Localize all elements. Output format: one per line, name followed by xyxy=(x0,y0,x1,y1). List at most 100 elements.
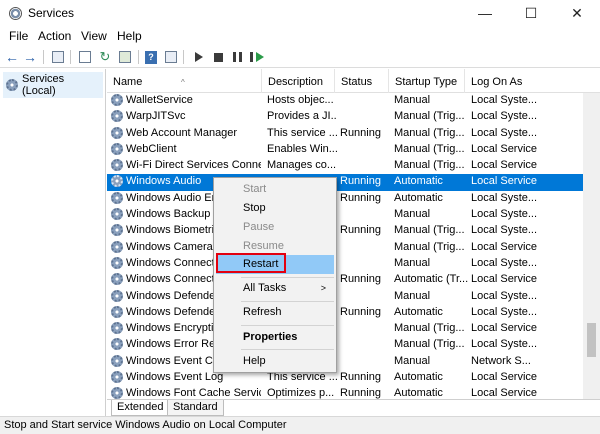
services-table: WalletService Hosts objec... Manual Local S… xyxy=(107,93,583,403)
service-startup-type-cell: Manual (Trig... xyxy=(394,224,465,237)
tab-extended[interactable]: Extended xyxy=(111,400,170,416)
service-status-cell: Running xyxy=(340,387,381,400)
table-row[interactable]: Windows Connect Manual Local Syste... xyxy=(107,256,583,272)
start-service-icon[interactable] xyxy=(191,49,207,65)
scrollbar-thumb[interactable] xyxy=(587,323,596,357)
status-bar: Stop and Start service Windows Audio on … xyxy=(0,416,600,434)
service-gear-icon xyxy=(111,142,123,155)
toolbar-separator xyxy=(70,50,71,64)
service-startup-type-cell: Manual (Trig... xyxy=(394,126,465,139)
service-startup-type-cell: Manual xyxy=(394,354,431,367)
service-gear-icon xyxy=(111,273,123,286)
table-row[interactable]: WalletService Hosts objec... Manual Local S… xyxy=(107,93,583,109)
service-log-on-as-cell: Local Syste... xyxy=(471,289,538,302)
service-gear-icon xyxy=(111,159,123,172)
export-list-icon[interactable] xyxy=(117,49,133,65)
toolbar: ← → ↻ ? xyxy=(0,46,600,68)
tree-item-services-local[interactable]: Services (Local) xyxy=(3,72,103,98)
vertical-scrollbar[interactable] xyxy=(583,93,600,399)
refresh-icon[interactable]: ↻ xyxy=(97,49,113,65)
table-row[interactable]: Windows Audio Running Automatic Local Servi… xyxy=(107,174,583,191)
service-log-on-as-cell: Local Service xyxy=(471,142,538,155)
service-gear-icon xyxy=(111,322,123,335)
table-row[interactable]: Web Account Manager This service ... Runni… xyxy=(107,126,583,142)
back-arrow-icon[interactable]: ← xyxy=(4,49,20,65)
menu-item-all-tasks-label: All Tasks xyxy=(243,282,287,294)
service-name-text: Windows Connect xyxy=(126,256,215,269)
service-name-cell: Windows Font Cache Service xyxy=(111,387,261,400)
maximize-button[interactable]: ☐ xyxy=(508,0,554,26)
services-list-pane: Name ^ Description Status Startup Type L… xyxy=(107,69,600,416)
service-status-cell: Running xyxy=(340,191,381,204)
service-gear-icon xyxy=(111,371,123,384)
service-description-cell: Enables Win... xyxy=(267,142,337,155)
table-row[interactable]: Windows Event Co Manual Network S... xyxy=(107,354,583,370)
menu-item-all-tasks[interactable]: All Tasks > xyxy=(216,279,334,298)
column-header-status[interactable]: Status xyxy=(335,69,389,93)
service-gear-icon xyxy=(111,224,123,237)
service-status-cell: Running xyxy=(340,371,381,384)
table-row[interactable]: Windows Error Rep Manual (Trig... Local Sy… xyxy=(107,337,583,353)
table-row[interactable]: Windows Event Log This service ... Running… xyxy=(107,370,583,386)
service-name-text: Windows Biometri xyxy=(126,224,215,237)
table-row[interactable]: Windows Defender Running Automatic Local Sy… xyxy=(107,305,583,321)
service-description-cell: Hosts objec... xyxy=(267,94,334,106)
column-header-log-on-as[interactable]: Log On As xyxy=(465,69,583,93)
table-row[interactable]: Windows Encryptic Manual (Trig... Local Se… xyxy=(107,321,583,337)
menu-file[interactable]: File xyxy=(9,29,28,43)
show-hide-action-pane-icon[interactable] xyxy=(163,49,179,65)
close-button[interactable]: ✕ xyxy=(554,0,600,26)
show-hide-tree-icon[interactable] xyxy=(50,49,66,65)
table-row[interactable]: Windows Camera F Manual (Trig... Local Ser… xyxy=(107,240,583,256)
service-status-cell: Running xyxy=(340,305,381,318)
service-name-text: Windows Font Cache Service xyxy=(126,387,261,400)
menu-separator xyxy=(241,277,334,278)
table-row[interactable]: Wi-Fi Direct Services Conne... Manages co… xyxy=(107,158,583,174)
menu-separator xyxy=(241,349,334,350)
service-name-text: Windows Backup xyxy=(126,208,211,221)
column-headers: Name ^ Description Status Startup Type L… xyxy=(107,69,600,93)
pause-service-icon[interactable] xyxy=(229,49,245,65)
service-name-text: WalletService xyxy=(126,94,193,106)
column-header-description[interactable]: Description xyxy=(262,69,335,93)
menu-help[interactable]: Help xyxy=(117,29,142,43)
service-name-cell: WebClient xyxy=(111,142,261,155)
properties-icon[interactable] xyxy=(77,49,93,65)
stop-service-icon[interactable] xyxy=(210,49,226,65)
tab-standard[interactable]: Standard xyxy=(167,400,224,416)
service-name-text: WebClient xyxy=(126,142,177,155)
table-row[interactable]: Windows Backup Manual Local Syste... xyxy=(107,207,583,223)
help-book-icon[interactable]: ? xyxy=(143,49,159,65)
service-log-on-as-cell: Local Service xyxy=(471,322,538,335)
service-gear-icon xyxy=(111,305,123,318)
table-row[interactable]: WarpJITSvc Provides a JI... Manual (Trig..… xyxy=(107,109,583,125)
service-name-text: Windows Event Co xyxy=(126,354,219,367)
menu-item-refresh[interactable]: Refresh xyxy=(216,303,334,322)
menu-item-properties[interactable]: Properties xyxy=(216,328,334,347)
table-row[interactable]: Windows Connecti Running Automatic (Tr... L… xyxy=(107,272,583,288)
menu-item-stop[interactable]: Stop xyxy=(216,199,334,218)
service-startup-type-cell: Manual (Trig... xyxy=(394,338,465,351)
menu-view[interactable]: View xyxy=(81,29,107,43)
table-row[interactable]: Windows Defender Manual Local Syste... xyxy=(107,289,583,305)
restart-service-icon[interactable] xyxy=(249,49,265,65)
column-header-startup-type[interactable]: Startup Type xyxy=(389,69,465,93)
forward-arrow-icon[interactable]: → xyxy=(22,49,38,65)
service-description-cell: Provides a JI... xyxy=(267,110,337,123)
service-gear-icon xyxy=(111,191,123,204)
service-name-text: Windows Defender xyxy=(126,289,219,302)
table-row[interactable]: Windows Biometri Running Manual (Trig... Lo… xyxy=(107,223,583,239)
table-row[interactable]: Windows Audio En Running Automatic Local Sy… xyxy=(107,191,583,207)
service-startup-type-cell: Manual (Trig... xyxy=(394,322,465,335)
toolbar-separator xyxy=(138,50,139,64)
service-name-text: Windows Audio En xyxy=(126,191,218,204)
service-name-text: Web Account Manager xyxy=(126,126,238,139)
table-row[interactable]: WebClient Enables Win... Manual (Trig... Lo… xyxy=(107,142,583,158)
service-status-cell: Running xyxy=(340,175,381,188)
menu-action[interactable]: Action xyxy=(38,29,71,43)
service-log-on-as-cell: Local Syste... xyxy=(471,208,538,221)
menu-item-help[interactable]: Help xyxy=(216,352,334,371)
minimize-button[interactable]: — xyxy=(462,0,508,26)
column-header-name[interactable]: Name ^ xyxy=(107,69,262,93)
services-gear-icon xyxy=(6,79,18,91)
